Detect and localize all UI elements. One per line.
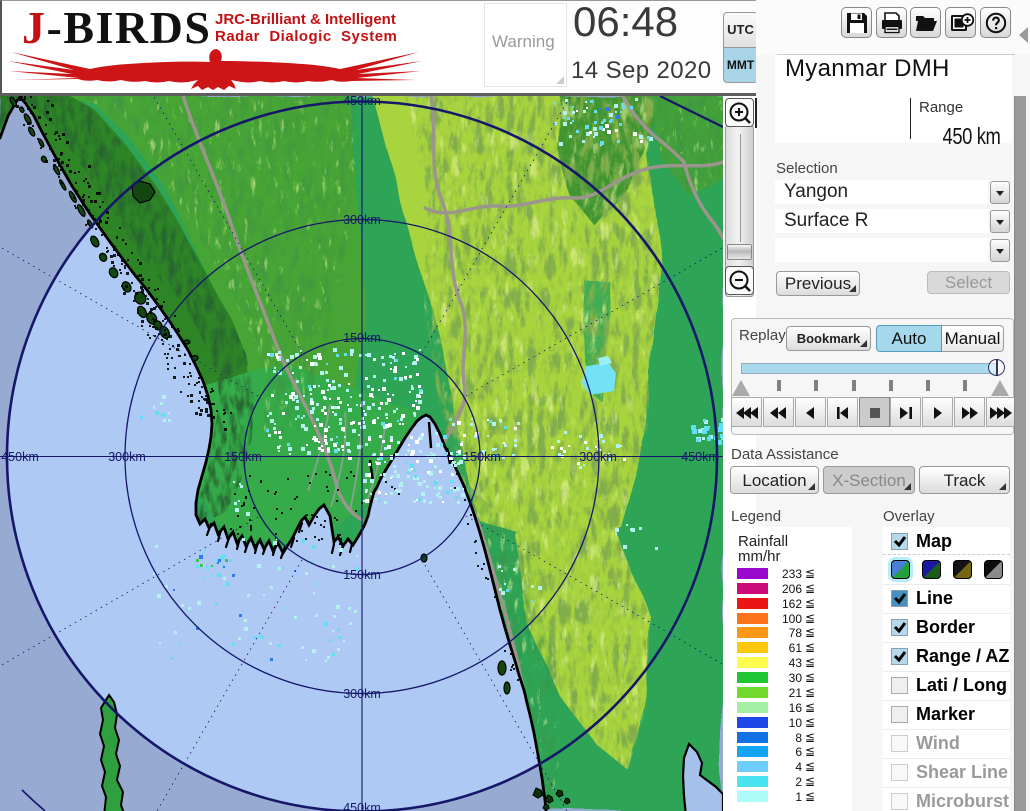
svg-text:300km: 300km xyxy=(343,687,381,701)
svg-text:300km: 300km xyxy=(343,213,381,227)
svg-text:450km: 450km xyxy=(343,801,381,811)
svg-text:450km: 450km xyxy=(1,450,39,464)
svg-text:300km: 300km xyxy=(108,450,146,464)
svg-text:150km: 150km xyxy=(463,450,501,464)
svg-text:450km: 450km xyxy=(681,450,719,464)
svg-text:150km: 150km xyxy=(224,450,262,464)
svg-text:300km: 300km xyxy=(579,450,617,464)
svg-text:150km: 150km xyxy=(343,331,381,345)
svg-text:150km: 150km xyxy=(343,568,381,582)
svg-text:450km: 450km xyxy=(343,96,381,108)
